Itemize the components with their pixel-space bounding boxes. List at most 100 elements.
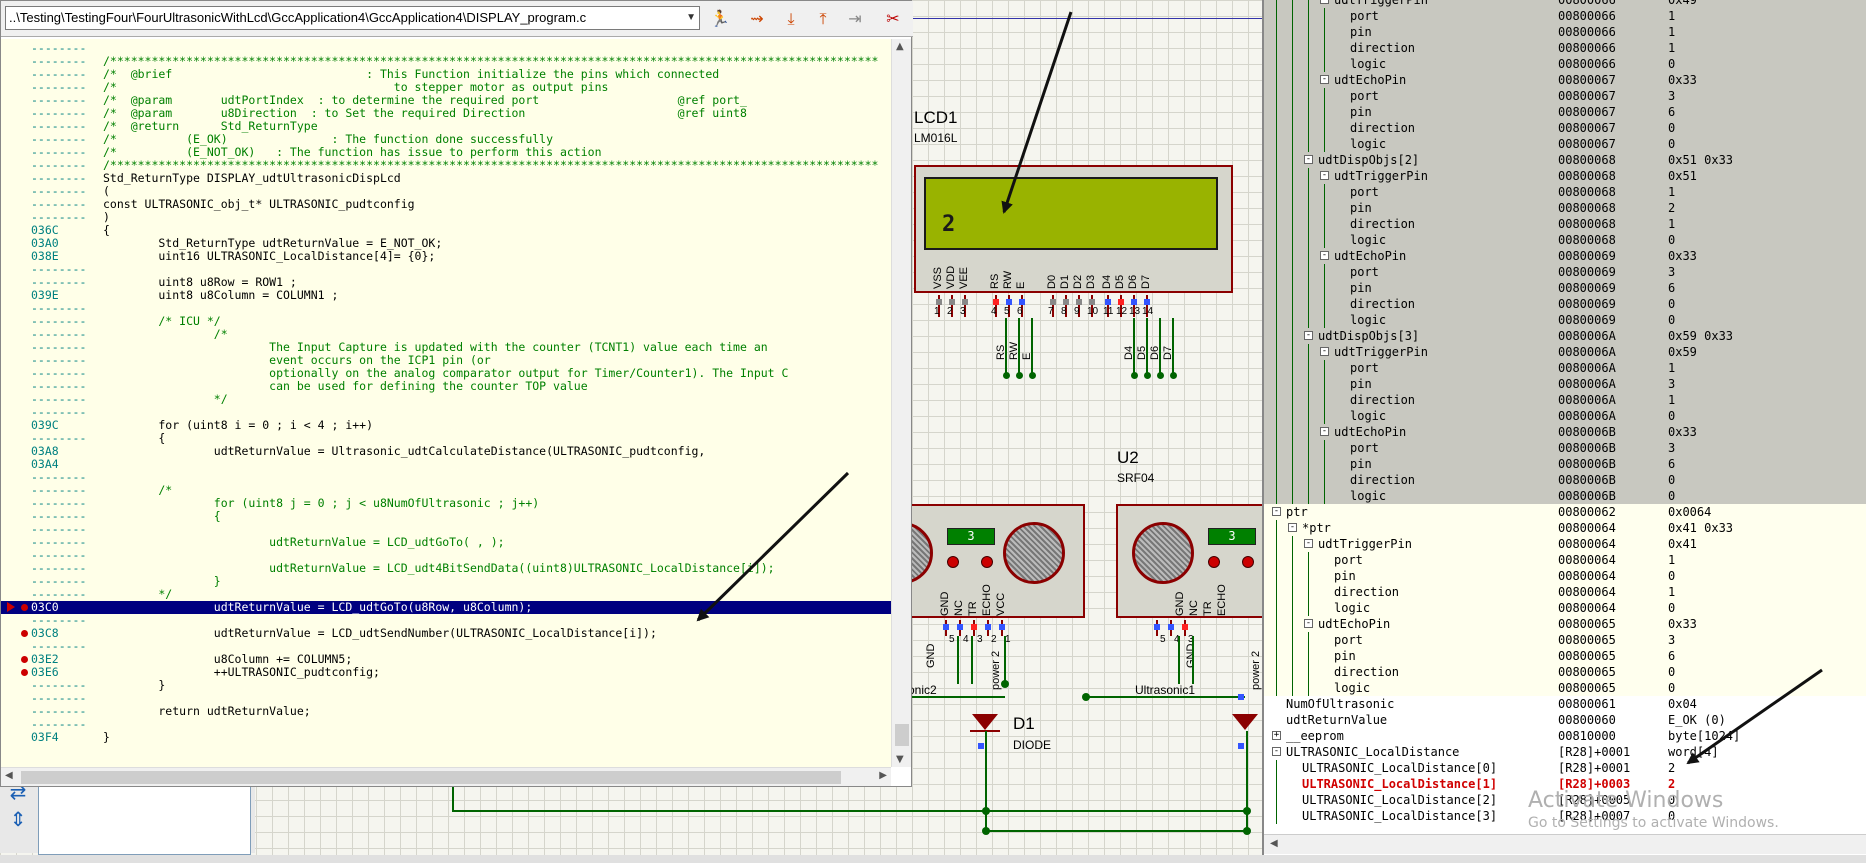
code-line[interactable]: 03C8 udtReturnValue = LCD_udtSendNumber(… bbox=[1, 627, 891, 640]
collapse-icon[interactable]: - bbox=[1272, 747, 1281, 756]
collapse-icon[interactable]: - bbox=[1320, 75, 1329, 84]
file-path-select[interactable]: ..\Testing\TestingFour\FourUltrasonicWit… bbox=[5, 6, 700, 30]
vertical-arrows-icon[interactable]: ⇕ bbox=[8, 808, 28, 830]
watch-row[interactable]: pin 00800065 6 bbox=[1264, 648, 1866, 664]
scroll-left-icon[interactable]: ◀ bbox=[5, 770, 13, 781]
breakpoint-toggle-icon[interactable]: ✂ bbox=[881, 7, 905, 31]
code-line[interactable]: -------- } bbox=[1, 679, 891, 692]
watch-row[interactable]: direction 0080006A 1 bbox=[1264, 392, 1866, 408]
watch-row[interactable]: - udtTriggerPin 00800068 0x51 bbox=[1264, 168, 1866, 184]
step-out-icon[interactable]: ⤒ bbox=[811, 7, 835, 31]
collapse-icon[interactable]: - bbox=[1304, 331, 1313, 340]
watch-horizontal-scrollbar[interactable]: ◀ bbox=[1264, 834, 1866, 854]
project-tree[interactable] bbox=[38, 782, 251, 855]
code-line[interactable]: 039E uint8 u8Column = COLUMN1 ; bbox=[1, 289, 891, 302]
chevron-down-icon[interactable]: ▼ bbox=[686, 7, 696, 29]
watch-row[interactable]: - *ptr 00800064 0x41 0x33 bbox=[1264, 520, 1866, 536]
watch-row[interactable]: port 00800069 3 bbox=[1264, 264, 1866, 280]
watch-row[interactable]: - udtTriggerPin 0080006A 0x59 bbox=[1264, 344, 1866, 360]
watch-row[interactable]: port 00800066 1 bbox=[1264, 8, 1866, 24]
watch-row[interactable]: port 0080006A 1 bbox=[1264, 360, 1866, 376]
watch-row[interactable]: pin 0080006B 6 bbox=[1264, 456, 1866, 472]
watch-row[interactable]: logic 00800067 0 bbox=[1264, 136, 1866, 152]
watch-row[interactable]: logic 0080006B 0 bbox=[1264, 488, 1866, 504]
collapse-icon[interactable]: - bbox=[1320, 171, 1329, 180]
collapse-icon[interactable]: - bbox=[1320, 347, 1329, 356]
watch-row[interactable]: direction 0080006B 0 bbox=[1264, 472, 1866, 488]
collapse-icon[interactable]: - bbox=[1304, 619, 1313, 628]
collapse-icon[interactable]: - bbox=[1320, 251, 1329, 260]
scroll-left-icon[interactable]: ◀ bbox=[1270, 838, 1278, 849]
breakpoint-icon[interactable] bbox=[21, 604, 28, 611]
watch-row[interactable]: pin 00800068 2 bbox=[1264, 200, 1866, 216]
scroll-up-icon[interactable]: ▲ bbox=[896, 41, 904, 52]
watch-row[interactable]: - udtEchoPin 00800069 0x33 bbox=[1264, 248, 1866, 264]
code-line[interactable]: -------- udtReturnValue = LCD_udtGoTo( ,… bbox=[1, 536, 891, 549]
code-line[interactable]: -------- */ bbox=[1, 393, 891, 406]
watch-row[interactable]: NumOfUltrasonic 00800061 0x04 bbox=[1264, 696, 1866, 712]
watch-row[interactable]: direction 00800064 1 bbox=[1264, 584, 1866, 600]
step-over-icon[interactable]: ⇝ bbox=[745, 7, 769, 31]
watch-row[interactable]: - udtEchoPin 0080006B 0x33 bbox=[1264, 424, 1866, 440]
scrollbar-thumb[interactable] bbox=[21, 771, 841, 784]
watch-row[interactable]: - udtTriggerPin 00800066 0x49 bbox=[1264, 0, 1866, 8]
breakpoint-icon[interactable] bbox=[21, 669, 28, 676]
diode-symbol[interactable] bbox=[1232, 714, 1258, 730]
watch-row[interactable]: port 00800067 3 bbox=[1264, 88, 1866, 104]
watch-row[interactable]: logic 00800065 0 bbox=[1264, 680, 1866, 696]
code-horizontal-scrollbar[interactable]: ◀ ▶ bbox=[1, 767, 891, 786]
run-icon[interactable]: 🏃 bbox=[708, 7, 732, 31]
watch-row[interactable]: - udtEchoPin 00800065 0x33 bbox=[1264, 616, 1866, 632]
collapse-icon[interactable]: - bbox=[1320, 0, 1329, 4]
code-line[interactable]: -------- { bbox=[1, 510, 891, 523]
code-editor[interactable]: -------- --------/***********************… bbox=[1, 39, 891, 767]
run-to-cursor-icon[interactable]: ⇥ bbox=[843, 7, 867, 31]
scrollbar-thumb[interactable] bbox=[895, 724, 909, 746]
watch-row[interactable]: - udtTriggerPin 00800064 0x41 bbox=[1264, 536, 1866, 552]
lcd-component[interactable]: 2 VSS VDD VEE RS RW E D0 D1 D2 D3 D4 D5 D6 D7 bbox=[914, 165, 1233, 293]
current-code-line[interactable]: 03C0 udtReturnValue = LCD_udtGoTo(u8Row,… bbox=[1, 601, 891, 614]
collapse-icon[interactable]: - bbox=[1288, 523, 1297, 532]
watch-row[interactable]: port 00800068 1 bbox=[1264, 184, 1866, 200]
watch-row[interactable]: udtReturnValue 00800060 E_OK (0) bbox=[1264, 712, 1866, 728]
diode-symbol[interactable] bbox=[972, 714, 998, 730]
watch-row[interactable]: pin 00800069 6 bbox=[1264, 280, 1866, 296]
watch-row[interactable]: pin 00800066 1 bbox=[1264, 24, 1866, 40]
watch-row[interactable]: direction 00800065 0 bbox=[1264, 664, 1866, 680]
watch-row[interactable]: port 00800064 1 bbox=[1264, 552, 1866, 568]
ultrasonic-sensor-right[interactable]: 3 GND NC TR ECHO bbox=[1116, 504, 1264, 618]
watch-row[interactable]: ULTRASONIC_LocalDistance[0] [R28]+0001 2 bbox=[1264, 760, 1866, 776]
watch-row[interactable]: pin 00800067 6 bbox=[1264, 104, 1866, 120]
collapse-icon[interactable]: - bbox=[1320, 427, 1329, 436]
watch-row[interactable]: direction 00800066 1 bbox=[1264, 40, 1866, 56]
watch-row[interactable]: logic 00800068 0 bbox=[1264, 232, 1866, 248]
code-line[interactable]: 03A4 bbox=[1, 458, 891, 471]
watch-row[interactable]: logic 00800064 0 bbox=[1264, 600, 1866, 616]
watch-row[interactable]: direction 00800068 1 bbox=[1264, 216, 1866, 232]
watch-row[interactable]: pin 0080006A 3 bbox=[1264, 376, 1866, 392]
breakpoint-icon[interactable] bbox=[21, 656, 28, 663]
watch-row[interactable]: logic 0080006A 0 bbox=[1264, 408, 1866, 424]
step-into-icon[interactable]: ⤓ bbox=[779, 7, 803, 31]
watch-row[interactable]: - udtEchoPin 00800067 0x33 bbox=[1264, 72, 1866, 88]
code-line[interactable]: --------) bbox=[1, 211, 891, 224]
scroll-down-icon[interactable]: ▼ bbox=[896, 754, 904, 765]
expand-icon[interactable]: + bbox=[1272, 731, 1281, 740]
code-line[interactable]: 03A8 udtReturnValue = Ultrasonic_udtCalc… bbox=[1, 445, 891, 458]
collapse-icon[interactable]: - bbox=[1304, 539, 1313, 548]
watch-row[interactable]: + __eeprom 00810000 byte[1024] bbox=[1264, 728, 1866, 744]
watch-row[interactable]: logic 00800069 0 bbox=[1264, 312, 1866, 328]
watch-row[interactable]: direction 00800069 0 bbox=[1264, 296, 1866, 312]
watch-row[interactable]: port 0080006B 3 bbox=[1264, 440, 1866, 456]
collapse-icon[interactable]: - bbox=[1304, 155, 1313, 164]
code-line[interactable]: -------- const ULTRASONIC_obj_t* ULTRASON… bbox=[1, 198, 891, 211]
watch-row[interactable]: logic 00800066 0 bbox=[1264, 56, 1866, 72]
code-line[interactable]: 03F4} bbox=[1, 731, 891, 744]
code-line[interactable]: -------- return udtReturnValue; bbox=[1, 705, 891, 718]
watch-row[interactable]: port 00800065 3 bbox=[1264, 632, 1866, 648]
code-vertical-scrollbar[interactable]: ▲ ▼ bbox=[891, 39, 911, 767]
watch-row[interactable]: direction 00800067 0 bbox=[1264, 120, 1866, 136]
watch-window[interactable]: -udtTriggerPin008000660x49port008000661p… bbox=[1262, 0, 1866, 855]
watch-row[interactable]: - udtDispObjs[2] 00800068 0x51 0x33 bbox=[1264, 152, 1866, 168]
watch-row[interactable]: - ptr 00800062 0x0064 bbox=[1264, 504, 1866, 520]
